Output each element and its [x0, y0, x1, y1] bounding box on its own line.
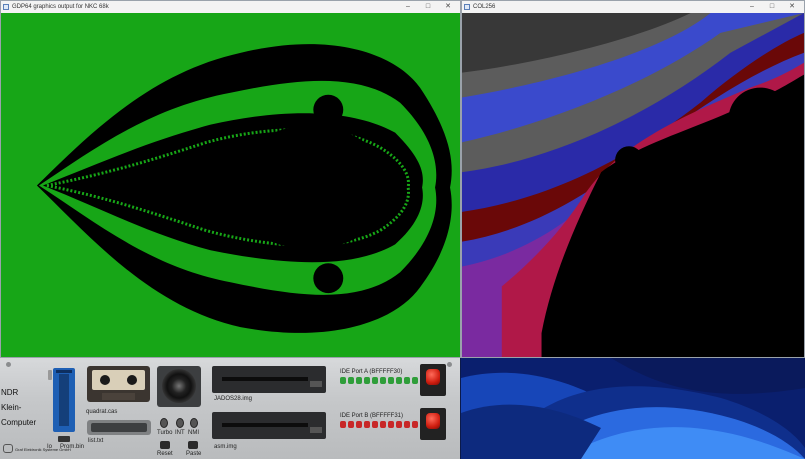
zif-socket[interactable]: [53, 368, 75, 432]
prom-switch[interactable]: [58, 436, 70, 442]
led-icon: [372, 421, 378, 428]
minimize-button[interactable]: –: [742, 1, 762, 13]
close-button[interactable]: ✕: [438, 1, 458, 13]
mandelbrot-color-render: [462, 13, 804, 357]
red-button-icon: [426, 413, 440, 429]
led-icon: [356, 377, 362, 384]
computer-title-line2: Klein-: [1, 403, 22, 412]
led-icon: [412, 421, 418, 428]
ide-port-b-label: IDE Port B (BFFFFF31): [340, 413, 404, 419]
desktop-wallpaper: [461, 358, 805, 459]
close-button[interactable]: ✕: [782, 1, 802, 13]
floppy-drive-b[interactable]: [212, 412, 326, 439]
led-icon: [372, 377, 378, 384]
ide-b-led-row: [340, 421, 418, 430]
ide-a-power-switch[interactable]: [420, 364, 446, 396]
cassette-file-label: quadrat.cas: [86, 409, 118, 415]
speaker-icon: [157, 366, 201, 407]
led-icon: [348, 377, 354, 384]
led-icon: [388, 421, 394, 428]
io-label: Io: [47, 444, 53, 450]
gdp-window-title: GDP64 graphics output for NKC 68k: [12, 4, 109, 10]
cassette-tape[interactable]: [87, 366, 150, 402]
paste-button[interactable]: [188, 441, 198, 449]
mandelbrot-green-render: [1, 13, 460, 357]
company-logo-icon: [3, 444, 13, 453]
paste-label: Paste: [186, 451, 202, 457]
col256-titlebar[interactable]: COL256 – □ ✕: [462, 1, 804, 13]
led-icon: [396, 421, 402, 428]
gdp-window: GDP64 graphics output for NKC 68k – □ ✕: [0, 0, 461, 358]
col256-window: COL256 – □ ✕: [461, 0, 805, 358]
gdp-titlebar[interactable]: GDP64 graphics output for NKC 68k – □ ✕: [1, 1, 460, 13]
col256-canvas: [462, 13, 804, 357]
led-icon: [356, 421, 362, 428]
reset-button[interactable]: [160, 441, 170, 449]
col256-window-title: COL256: [473, 4, 496, 10]
int-toggle[interactable]: [176, 418, 184, 428]
screw-icon: [6, 362, 11, 367]
floppy-drive-a[interactable]: [212, 366, 326, 393]
gdp-canvas: [1, 13, 460, 357]
ide-port-a-label: IDE Port A (BFFFFF30): [340, 369, 403, 375]
drive-a-file-label: JADOS28.img: [214, 396, 253, 402]
led-icon: [340, 377, 346, 384]
app-icon: [3, 4, 9, 10]
led-icon: [364, 377, 370, 384]
serial-file-label: list.txt: [88, 438, 104, 444]
int-label: INT: [175, 430, 185, 436]
ide-a-led-row: [340, 377, 418, 386]
turbo-label: Turbo: [157, 430, 173, 436]
drive-b-file-label: asm.img: [214, 444, 237, 450]
led-icon: [404, 377, 410, 384]
maximize-button[interactable]: □: [418, 1, 438, 13]
led-icon: [412, 377, 418, 384]
reset-label: Reset: [157, 451, 173, 457]
led-icon: [404, 421, 410, 428]
led-icon: [340, 421, 346, 428]
emulator-panel: NDR Klein- Computer Graf Elektronik Syst…: [0, 358, 460, 459]
ide-b-power-switch[interactable]: [420, 408, 446, 440]
led-icon: [380, 377, 386, 384]
led-icon: [364, 421, 370, 428]
nmi-toggle[interactable]: [190, 418, 198, 428]
computer-title-line1: NDR: [1, 388, 19, 397]
app-icon: [464, 4, 470, 10]
maximize-button[interactable]: □: [762, 1, 782, 13]
nmi-label: NMI: [188, 430, 199, 436]
led-icon: [348, 421, 354, 428]
lever-icon[interactable]: [48, 370, 52, 380]
prom-label: Prom.bin: [60, 444, 85, 450]
minimize-button[interactable]: –: [398, 1, 418, 13]
led-icon: [388, 377, 394, 384]
serial-connector[interactable]: [87, 420, 151, 435]
red-button-icon: [426, 369, 440, 385]
turbo-toggle[interactable]: [160, 418, 168, 428]
computer-title-line3: Computer: [1, 418, 37, 427]
led-icon: [380, 421, 386, 428]
screw-icon: [447, 362, 452, 367]
led-icon: [396, 377, 402, 384]
